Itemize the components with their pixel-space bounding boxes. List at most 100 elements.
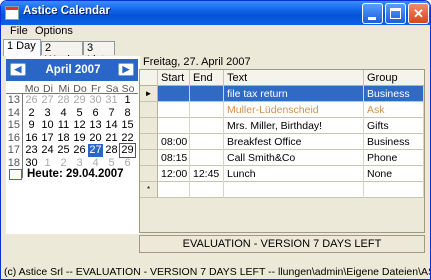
cell-start[interactable] — [158, 86, 190, 102]
cell-group[interactable] — [364, 182, 424, 198]
appointment-row[interactable]: Muller-Lüdenscheid Ask — [158, 102, 424, 118]
appointment-row[interactable]: 12:00 12:45 Lunch None — [158, 166, 424, 182]
cell-start[interactable] — [158, 182, 190, 198]
calendar-day[interactable]: 3 — [40, 107, 55, 120]
week-number: 14 — [7, 106, 20, 119]
calendar-day[interactable]: 28 — [104, 144, 119, 157]
calendar-day[interactable]: 30 — [88, 94, 103, 107]
cell-start[interactable] — [158, 118, 190, 134]
cell-end[interactable] — [190, 182, 224, 198]
calendar-day[interactable]: 20 — [88, 132, 103, 145]
cell-group[interactable]: Ask — [364, 102, 424, 118]
cell-text[interactable]: Call Smith&Co — [224, 150, 364, 166]
appointment-row[interactable]: 08:15 Call Smith&Co Phone — [158, 150, 424, 166]
cell-group[interactable]: Phone — [364, 150, 424, 166]
column-header-group[interactable]: Group — [364, 70, 424, 86]
calendar-day[interactable]: 24 — [40, 144, 55, 157]
calendar-day[interactable]: 23 — [24, 144, 39, 157]
row-selector[interactable] — [140, 150, 158, 166]
cell-text[interactable]: Lunch — [224, 166, 364, 182]
tab-1-day[interactable]: 1 Day — [3, 39, 41, 56]
tab-2-week[interactable]: 2 Week — [41, 41, 83, 66]
calendar-day[interactable]: 10 — [40, 119, 55, 132]
next-month-button[interactable]: ▶ — [118, 63, 134, 76]
cell-text[interactable]: Muller-Lüdenscheid — [224, 102, 364, 118]
cell-group[interactable]: None — [364, 166, 424, 182]
calendar-day[interactable]: 7 — [104, 107, 119, 120]
calendar-day[interactable]: 4 — [56, 107, 71, 120]
appointment-row[interactable]: Mrs. Miller, Birthday! Gifts — [158, 118, 424, 134]
cell-text[interactable]: file tax return — [224, 86, 364, 102]
column-header-text[interactable]: Text — [224, 70, 364, 86]
menu-options[interactable]: Options — [35, 25, 73, 37]
calendar-day[interactable]: 11 — [56, 119, 71, 132]
calendar-day[interactable]: 31 — [104, 94, 119, 107]
cell-text[interactable]: Mrs. Miller, Birthday! — [224, 118, 364, 134]
calendar-day[interactable]: 19 — [72, 132, 87, 145]
cell-end[interactable] — [190, 86, 224, 102]
calendar-day[interactable]: 29 — [119, 143, 136, 158]
row-selector[interactable] — [140, 118, 158, 134]
cell-end[interactable] — [190, 118, 224, 134]
calendar-day[interactable]: 8 — [120, 107, 135, 120]
calendar-day[interactable]: 9 — [24, 119, 39, 132]
cell-end[interactable] — [190, 102, 224, 118]
cell-group[interactable]: Gifts — [364, 118, 424, 134]
calendar-day[interactable]: 21 — [104, 132, 119, 145]
tab-3-list[interactable]: 3 List — [83, 41, 115, 66]
maximize-button[interactable] — [385, 3, 406, 24]
calendar-day[interactable]: 29 — [72, 94, 87, 107]
close-button[interactable]: ✕ — [408, 3, 429, 24]
calendar-day[interactable]: 16 — [24, 132, 39, 145]
calendar-day[interactable]: 18 — [56, 132, 71, 145]
cell-end[interactable] — [190, 134, 224, 150]
cell-group[interactable]: Business — [364, 134, 424, 150]
calendar-day[interactable]: 26 — [24, 94, 39, 107]
new-appointment-row[interactable] — [158, 182, 424, 198]
column-header-end[interactable]: End — [190, 70, 224, 86]
cell-group[interactable]: Business — [364, 86, 424, 102]
calendar-day[interactable]: 22 — [120, 132, 135, 145]
column-header-start[interactable]: Start — [158, 70, 190, 86]
new-row-marker-icon[interactable]: * — [140, 182, 158, 198]
calendar-day[interactable]: 12 — [72, 119, 87, 132]
calendar-day[interactable]: 1 — [120, 94, 135, 107]
calendar-day[interactable]: 2 — [24, 107, 39, 120]
appointment-row[interactable]: 08:00 Breakfest Office Business — [158, 134, 424, 150]
calendar-day[interactable]: 28 — [56, 94, 71, 107]
menu-file[interactable]: File — [10, 25, 28, 37]
week-number: 17 — [7, 144, 20, 156]
calendar-day[interactable]: 27 — [40, 94, 55, 107]
row-selector[interactable] — [140, 166, 158, 182]
calendar-day[interactable]: 5 — [72, 107, 87, 120]
cell-text[interactable] — [224, 182, 364, 198]
calendar-day[interactable]: 26 — [72, 144, 87, 157]
calendar-day[interactable]: 14 — [104, 119, 119, 132]
cell-start[interactable]: 12:00 — [158, 166, 190, 182]
app-window: Astice Calendar ✕ File Options 1 Day 2 W… — [0, 0, 431, 280]
month-label: April 2007 — [45, 64, 101, 76]
cell-start[interactable]: 08:15 — [158, 150, 190, 166]
row-selector[interactable]: ► — [140, 86, 158, 102]
title-bar[interactable]: Astice Calendar ✕ — [1, 1, 430, 25]
row-selector[interactable] — [140, 134, 158, 150]
calendar-day[interactable]: 6 — [88, 107, 103, 120]
minimize-button[interactable] — [362, 3, 383, 24]
cell-end[interactable]: 12:45 — [190, 166, 224, 182]
calendar-day[interactable]: 25 — [56, 144, 71, 157]
cell-text[interactable]: Breakfest Office — [224, 134, 364, 150]
calendar-app-icon[interactable] — [5, 6, 19, 20]
week-number-column: 13 14 15 16 17 18 — [6, 94, 23, 178]
row-selector[interactable] — [140, 102, 158, 118]
cell-start[interactable]: 08:00 — [158, 134, 190, 150]
cell-end[interactable] — [190, 150, 224, 166]
appointment-row[interactable]: file tax return Business — [158, 86, 424, 102]
previous-month-button[interactable]: ◀ — [10, 63, 26, 76]
calendar-day[interactable]: 17 — [40, 132, 55, 145]
cell-start[interactable] — [158, 102, 190, 118]
chevron-right-icon: ▶ — [122, 64, 130, 74]
calendar-day[interactable]: 15 — [120, 119, 135, 132]
calendar-day[interactable]: 13 — [88, 119, 103, 132]
calendar-day[interactable]: 27 — [88, 144, 103, 157]
today-row[interactable]: Heute: 29.04.2007 — [9, 168, 139, 182]
